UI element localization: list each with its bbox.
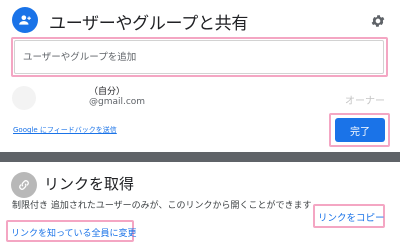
backdrop-gap: [0, 152, 400, 162]
add-person-icon: [12, 7, 38, 33]
feedback-link[interactable]: Google にフィードバックを送信: [13, 125, 117, 135]
change-access-link[interactable]: リンクを知っている全員に変更: [11, 226, 137, 239]
user-name: （自分）: [89, 87, 126, 97]
share-dialog: ユーザーやグループと共有 （自分） @gmail.com オーナー Google…: [0, 0, 400, 152]
link-access-description: 制限付き 追加されたユーザーのみが、このリンクから開くことができます: [12, 201, 312, 211]
avatar: [12, 86, 36, 110]
add-people-field[interactable]: [14, 40, 384, 74]
link-icon: [11, 172, 37, 198]
done-button[interactable]: 完了: [335, 118, 385, 142]
copy-link-button[interactable]: リンクをコピー: [318, 210, 385, 224]
get-link-card: リンクを取得 制限付き 追加されたユーザーのみが、このリンクから開くことができま…: [0, 162, 400, 245]
user-email: @gmail.com: [89, 97, 146, 107]
add-people-input[interactable]: [15, 41, 383, 73]
share-dialog-title: ユーザーやグループと共有: [49, 14, 249, 34]
user-role: オーナー: [345, 96, 385, 107]
gear-icon[interactable]: [370, 13, 386, 29]
get-link-title: リンクを取得: [44, 175, 135, 193]
